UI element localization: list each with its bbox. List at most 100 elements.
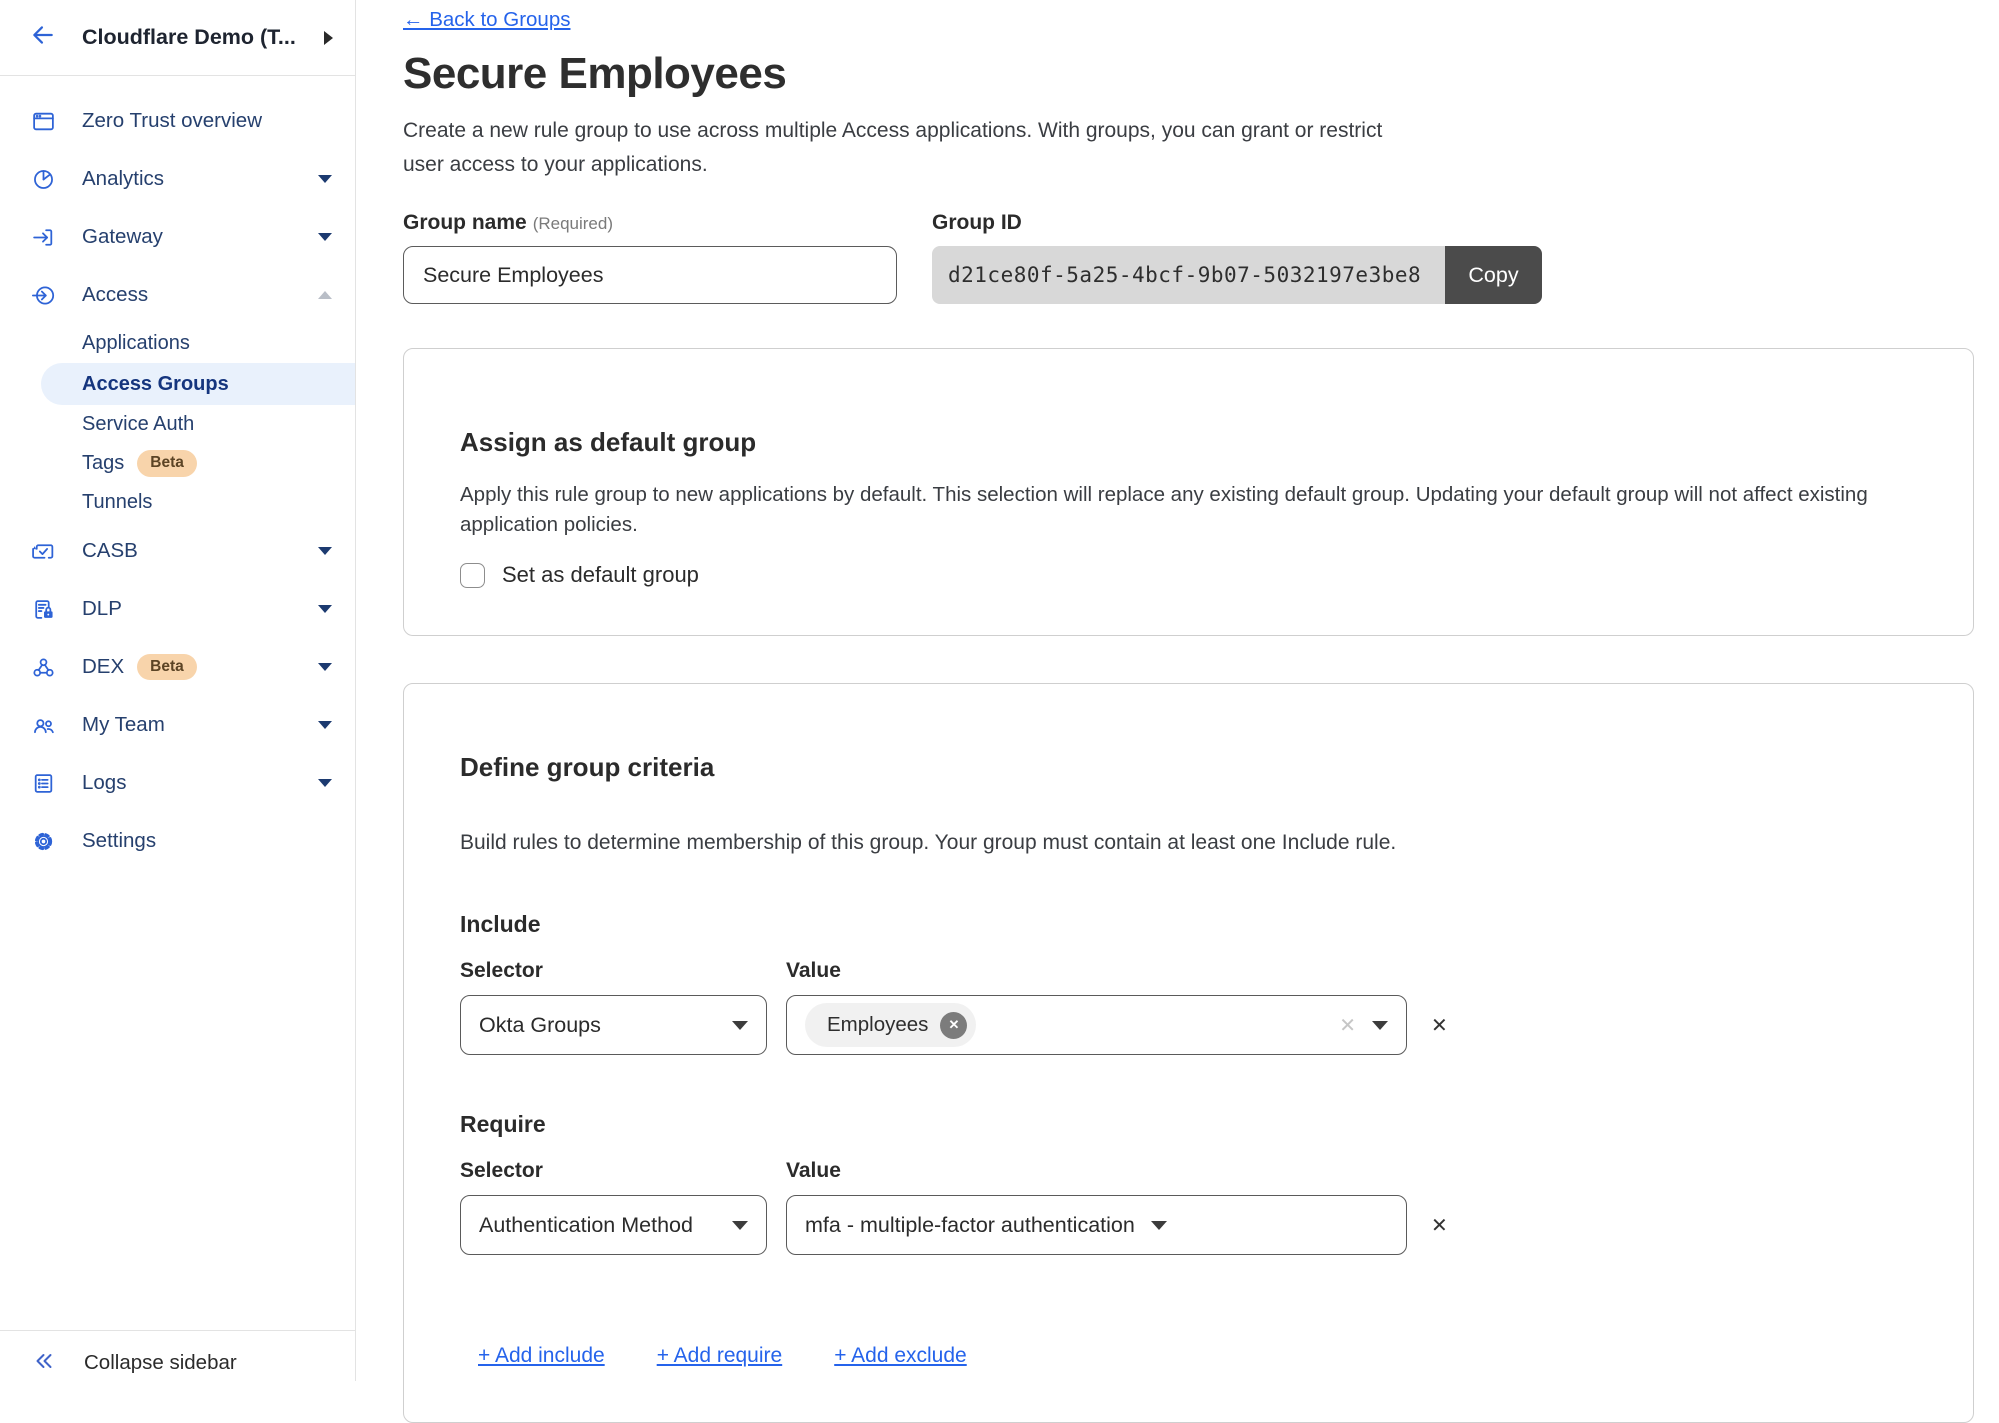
sidebar-item-tunnels[interactable]: Tunnels <box>0 483 355 522</box>
sidebar-item-label: CASB <box>82 539 138 563</box>
card-description: Apply this rule group to new application… <box>460 480 1880 540</box>
access-login-icon <box>30 282 56 308</box>
group-name-id-row: Group name(Required) Group ID d21ce80f-5… <box>403 211 1974 304</box>
sidebar-item-access-groups[interactable]: Access Groups <box>41 363 355 405</box>
sidebar-item-label: Tags <box>82 452 124 475</box>
window-icon <box>30 108 56 134</box>
back-arrow-icon[interactable] <box>30 22 56 53</box>
main-content: ← Back to Groups Secure Employees Create… <box>403 0 1974 1381</box>
sidebar-item-logs[interactable]: Logs <box>0 754 355 812</box>
back-to-groups-link[interactable]: ← Back to Groups <box>403 8 570 32</box>
sidebar-item-label: Settings <box>82 829 156 853</box>
beta-badge: Beta <box>137 450 197 477</box>
sidebar-item-label: Access Groups <box>82 373 229 396</box>
selector-label: Selector <box>460 959 767 983</box>
card-title: Define group criteria <box>460 752 1917 783</box>
sidebar-item-my-team[interactable]: My Team <box>0 696 355 754</box>
set-default-group-option[interactable]: Set as default group <box>460 562 1917 588</box>
sidebar-item-casb[interactable]: CASB <box>0 522 355 580</box>
sidebar-item-settings[interactable]: Settings <box>0 812 355 870</box>
sidebar-item-label: Access <box>82 283 148 307</box>
collapse-sidebar-label: Collapse sidebar <box>84 1337 237 1375</box>
card-title: Assign as default group <box>460 427 1917 458</box>
define-group-criteria-card: Define group criteria Build rules to det… <box>403 683 1974 1423</box>
sidebar-nav: Zero Trust overview Analytics Gateway <box>0 76 355 870</box>
chevron-down-icon <box>732 1221 748 1230</box>
sidebar: Cloudflare Demo (T... Zero Trust overvie… <box>0 0 356 1381</box>
account-name: Cloudflare Demo (T... <box>82 25 296 50</box>
sidebar-item-applications[interactable]: Applications <box>0 324 355 363</box>
account-switcher[interactable]: Cloudflare Demo (T... <box>0 0 355 76</box>
add-require-link[interactable]: + Add require <box>657 1344 783 1368</box>
clear-value-icon[interactable]: ✕ <box>1339 1013 1356 1038</box>
chevron-down-icon <box>318 779 332 787</box>
value-label: Value <box>786 1159 841 1183</box>
sidebar-item-tags[interactable]: Tags Beta <box>0 444 355 483</box>
network-nodes-icon <box>30 654 56 680</box>
require-heading: Require <box>460 1111 1917 1138</box>
chevron-down-icon <box>318 233 332 241</box>
sidebar-item-analytics[interactable]: Analytics <box>0 150 355 208</box>
selector-label: Selector <box>460 1159 767 1183</box>
chevron-down-icon <box>318 547 332 555</box>
sidebar-item-label: DEX <box>82 655 124 679</box>
sidebar-item-access[interactable]: Access <box>0 266 355 324</box>
sidebar-item-service-auth[interactable]: Service Auth <box>0 405 355 444</box>
sidebar-item-label: Gateway <box>82 225 163 249</box>
include-heading: Include <box>460 911 1917 938</box>
sidebar-item-dex[interactable]: DEX Beta <box>0 638 355 696</box>
group-id-value: d21ce80f-5a25-4bcf-9b07-5032197e3be8 <box>932 246 1445 304</box>
sidebar-item-label: My Team <box>82 713 165 737</box>
sidebar-item-label: DLP <box>82 597 122 621</box>
casb-sync-check-icon <box>30 538 56 564</box>
double-chevron-left-icon <box>32 1335 56 1378</box>
chevron-right-icon[interactable] <box>324 31 333 45</box>
chevron-down-icon <box>318 663 332 671</box>
sidebar-item-dlp[interactable]: DLP <box>0 580 355 638</box>
group-name-label: Group name(Required) <box>403 211 897 235</box>
sidebar-item-label: Logs <box>82 771 126 795</box>
add-rule-links: + Add include + Add require + Add exclud… <box>460 1344 1917 1368</box>
pie-chart-icon <box>30 166 56 192</box>
sidebar-item-zero-trust-overview[interactable]: Zero Trust overview <box>0 92 355 150</box>
add-exclude-link[interactable]: + Add exclude <box>834 1344 967 1368</box>
checkbox-label: Set as default group <box>502 562 699 588</box>
selected-value: mfa - multiple-factor authentication <box>805 1213 1135 1238</box>
include-selector-dropdown[interactable]: Okta Groups <box>460 995 767 1055</box>
selected-value: Authentication Method <box>479 1213 693 1238</box>
sidebar-item-label: Applications <box>82 332 190 355</box>
chip-label: Employees <box>827 1013 928 1037</box>
chevron-down-icon <box>1372 1021 1388 1030</box>
group-name-input[interactable] <box>403 246 897 304</box>
chevron-down-icon <box>318 721 332 729</box>
chevron-up-icon <box>318 291 332 299</box>
gear-icon <box>30 828 56 854</box>
remove-require-rule-icon[interactable]: ✕ <box>1431 1213 1448 1238</box>
require-selector-dropdown[interactable]: Authentication Method <box>460 1195 767 1255</box>
selected-value: Okta Groups <box>479 1013 601 1038</box>
collapse-sidebar-button[interactable]: Collapse sidebar <box>0 1330 355 1381</box>
document-lock-icon <box>30 596 56 622</box>
sidebar-item-label: Tunnels <box>82 491 152 514</box>
add-include-link[interactable]: + Add include <box>478 1344 605 1368</box>
group-id-label: Group ID <box>932 211 1542 235</box>
sidebar-item-gateway[interactable]: Gateway <box>0 208 355 266</box>
value-label: Value <box>786 959 841 983</box>
chip-remove-icon[interactable]: ✕ <box>940 1012 967 1039</box>
assign-default-group-card: Assign as default group Apply this rule … <box>403 348 1974 636</box>
beta-badge: Beta <box>137 654 197 681</box>
chevron-down-icon <box>318 605 332 613</box>
set-default-group-checkbox[interactable] <box>460 563 485 588</box>
sidebar-item-label: Zero Trust overview <box>82 109 262 133</box>
require-value-dropdown[interactable]: mfa - multiple-factor authentication <box>786 1195 1407 1255</box>
sidebar-item-label: Analytics <box>82 167 164 191</box>
chevron-down-icon <box>1151 1221 1167 1230</box>
log-list-icon <box>30 770 56 796</box>
include-value-multiselect[interactable]: Employees ✕ ✕ <box>786 995 1407 1055</box>
required-hint: (Required) <box>533 214 613 233</box>
remove-include-rule-icon[interactable]: ✕ <box>1431 1013 1448 1038</box>
people-icon <box>30 712 56 738</box>
copy-button[interactable]: Copy <box>1445 246 1542 304</box>
sidebar-item-label: Service Auth <box>82 413 194 436</box>
page-title: Secure Employees <box>403 48 1974 100</box>
